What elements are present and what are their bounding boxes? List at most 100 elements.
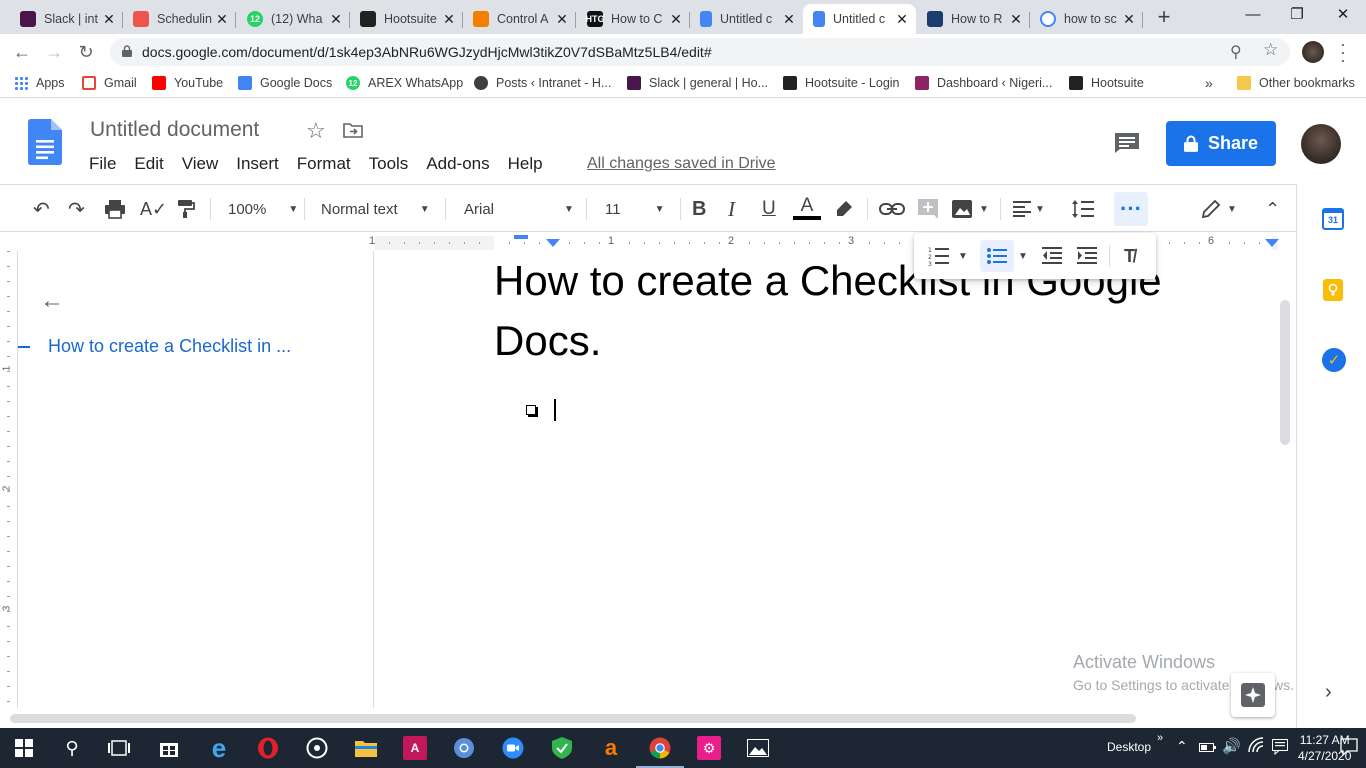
google-docs-logo[interactable] (28, 119, 62, 165)
browser-tab[interactable]: Untitled c ✕ (803, 4, 916, 34)
close-tab-icon[interactable]: ✕ (781, 11, 797, 28)
task-view-icon[interactable] (107, 736, 131, 760)
edge-icon[interactable]: e (207, 733, 231, 763)
opera-icon[interactable] (256, 736, 280, 760)
move-to-folder-icon[interactable] (343, 122, 363, 138)
first-line-indent-marker[interactable] (514, 235, 528, 239)
bookmark-item[interactable]: Hootsuite (1069, 76, 1144, 90)
bookmark-item[interactable]: YouTube (152, 76, 223, 90)
close-tab-icon[interactable]: ✕ (328, 11, 344, 28)
calendar-icon[interactable]: 31 (1322, 208, 1344, 230)
close-tab-icon[interactable]: ✕ (554, 11, 570, 28)
menu-tools[interactable]: Tools (360, 154, 418, 174)
notifications-icon[interactable] (1340, 738, 1358, 761)
bookmark-item[interactable]: Posts ‹ Intranet - H... (474, 76, 611, 90)
browser-tab[interactable]: Hootsuite ✕ (350, 4, 463, 34)
close-outline-arrow-icon[interactable]: ← (40, 287, 64, 315)
star-icon[interactable]: ☆ (306, 118, 326, 144)
font-size-select[interactable]: 11 ▼ (605, 196, 664, 222)
shield-icon[interactable] (550, 736, 574, 760)
bookmark-item[interactable]: Google Docs (238, 76, 332, 90)
keep-icon[interactable] (1323, 279, 1343, 301)
undo-icon[interactable]: ↶ (33, 196, 50, 222)
add-comment-icon[interactable] (917, 196, 939, 222)
vertical-scrollbar[interactable] (1280, 300, 1290, 445)
avast-icon[interactable]: a (599, 735, 623, 760)
bulleted-list-chevron-down-icon[interactable]: ▼ (1018, 244, 1028, 268)
media-player-icon[interactable] (305, 736, 329, 760)
address-bar[interactable]: docs.google.com/document/d/1sk4ep3AbNRu6… (110, 38, 1290, 66)
tray-overflow-icon[interactable]: » (1157, 732, 1163, 744)
close-tab-icon[interactable]: ✕ (214, 11, 230, 28)
bulleted-list-icon[interactable] (980, 240, 1014, 272)
save-status-link[interactable]: All changes saved in Drive (587, 155, 776, 173)
document-title[interactable]: Untitled document (90, 118, 259, 142)
menu-file[interactable]: File (80, 154, 125, 174)
close-tab-icon[interactable]: ✕ (441, 11, 457, 28)
zoom-icon[interactable]: ⚲ (1230, 42, 1242, 62)
browser-tab[interactable]: Untitled c ✕ (690, 4, 803, 34)
photos-icon[interactable] (746, 736, 770, 760)
close-tab-icon[interactable]: ✕ (101, 11, 117, 28)
forward-arrow-icon[interactable]: → (42, 40, 66, 64)
menu-edit[interactable]: Edit (125, 154, 172, 174)
checkbox-bullet-icon[interactable] (526, 405, 536, 415)
browser-tab[interactable]: Control A ✕ (463, 4, 576, 34)
file-explorer-icon[interactable] (354, 736, 378, 760)
back-arrow-icon[interactable]: ← (10, 40, 34, 64)
chromium-icon[interactable] (452, 736, 476, 760)
document-canvas[interactable]: How to create a Checklist in Google Docs… (374, 251, 1278, 708)
browser-tab[interactable]: How to R ✕ (917, 4, 1030, 34)
insert-image-icon[interactable]: ▼ (951, 196, 989, 222)
access-icon[interactable]: A (403, 736, 427, 760)
desktop-toolbar-label[interactable]: Desktop (1107, 740, 1151, 754)
close-tab-icon[interactable]: ✕ (894, 11, 910, 28)
chrome-icon[interactable] (636, 736, 684, 768)
bookmark-item[interactable]: Apps (14, 76, 65, 90)
close-tab-icon[interactable]: ✕ (1121, 11, 1137, 28)
volume-icon[interactable]: 🔊 (1222, 737, 1241, 755)
profile-avatar[interactable] (1302, 41, 1324, 63)
tasks-icon[interactable]: ✓ (1322, 348, 1346, 372)
italic-icon[interactable]: I (728, 196, 735, 222)
windows-start-icon[interactable] (12, 736, 36, 760)
paragraph-style-select[interactable]: Normal text ▼ (321, 196, 430, 222)
clear-formatting-icon[interactable]: T̸ (1124, 244, 1135, 268)
left-indent-marker[interactable] (546, 239, 560, 248)
menu-view[interactable]: View (173, 154, 228, 174)
bookmark-item[interactable]: Dashboard ‹ Nigeri... (915, 76, 1052, 90)
bookmark-star-icon[interactable]: ☆ (1263, 40, 1278, 60)
collapse-menus-icon[interactable]: ⌃ (1265, 196, 1280, 222)
increase-indent-icon[interactable] (1077, 244, 1097, 268)
input-language-icon[interactable] (1272, 739, 1288, 760)
menu-insert[interactable]: Insert (227, 154, 288, 174)
bold-icon[interactable]: B (692, 196, 706, 222)
search-icon[interactable]: ⚲ (60, 736, 84, 760)
bookmark-item[interactable]: Slack | general | Ho... (627, 76, 768, 90)
menu-help[interactable]: Help (499, 154, 552, 174)
redo-icon[interactable]: ↷ (68, 196, 85, 222)
bookmarks-overflow-icon[interactable]: » (1205, 75, 1213, 91)
settings-gear-icon[interactable]: ⚙ (697, 736, 721, 760)
more-options-icon[interactable]: ··· (1114, 192, 1148, 226)
share-button[interactable]: Share (1166, 121, 1276, 166)
comments-icon[interactable] (1114, 132, 1140, 154)
bookmark-item[interactable]: 12 AREX WhatsApp (346, 76, 463, 90)
browser-tab[interactable]: Slack | int ✕ (10, 4, 123, 34)
outline-heading-link[interactable]: How to create a Checklist in ... (18, 336, 291, 357)
line-spacing-icon[interactable] (1071, 196, 1095, 222)
spellcheck-icon[interactable]: A✓ (140, 196, 167, 222)
explore-button[interactable] (1231, 673, 1275, 717)
minimize-button[interactable]: — (1230, 0, 1276, 30)
menu-format[interactable]: Format (288, 154, 360, 174)
menu-add-ons[interactable]: Add-ons (417, 154, 498, 174)
close-tab-icon[interactable]: ✕ (1008, 11, 1024, 28)
account-avatar[interactable] (1301, 124, 1341, 164)
decrease-indent-icon[interactable] (1042, 244, 1062, 268)
reload-icon[interactable]: ↻ (74, 40, 98, 64)
store-icon[interactable] (157, 736, 181, 760)
close-tab-icon[interactable]: ✕ (668, 11, 684, 28)
expand-panel-chevron-icon[interactable]: › (1325, 681, 1332, 704)
paint-format-icon[interactable] (176, 196, 196, 222)
browser-tab[interactable]: how to sc ✕ (1030, 4, 1143, 34)
